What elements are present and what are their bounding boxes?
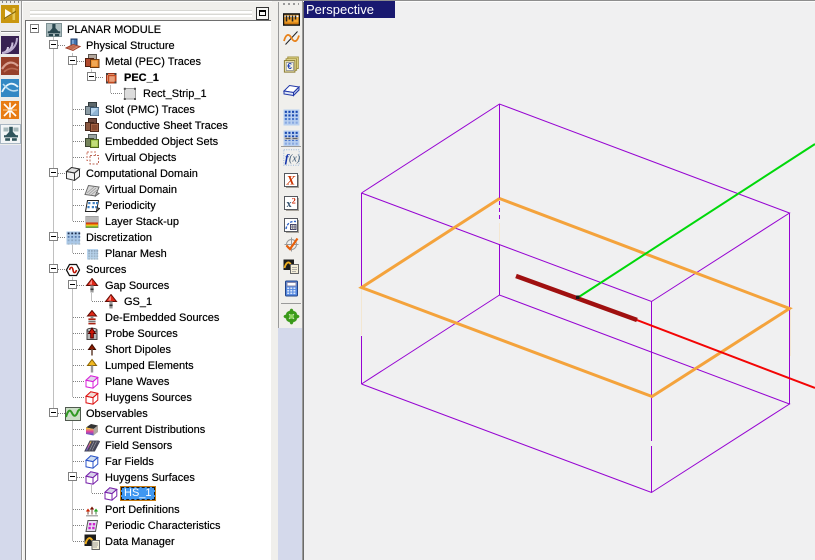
svg-text:X: X: [285, 172, 295, 187]
svg-text:2: 2: [291, 196, 295, 205]
svg-text:€: €: [287, 61, 292, 71]
svg-text:x: x: [286, 199, 291, 210]
svg-text:(x): (x): [289, 154, 300, 165]
